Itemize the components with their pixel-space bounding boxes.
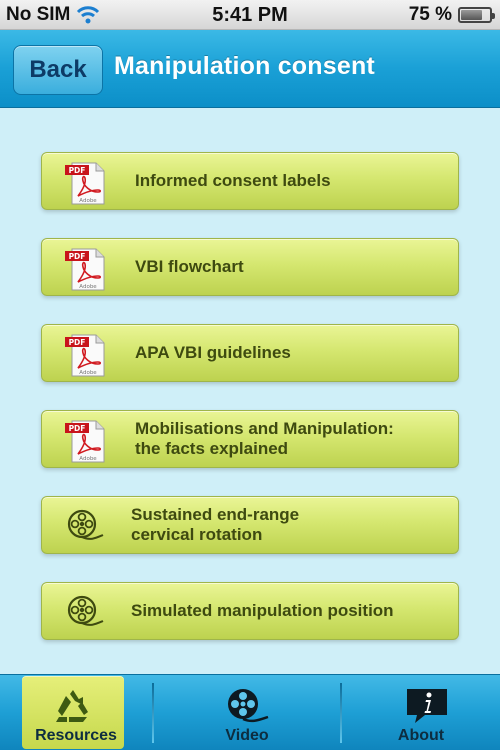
tab-label: Resources — [35, 727, 117, 744]
battery-level — [461, 10, 482, 20]
status-bar: No SIM 5:41 PM 75 % — [0, 0, 500, 30]
tab-label: Video — [225, 727, 269, 744]
list-item-label: Simulated manipulation position — [131, 601, 394, 620]
film-reel-icon — [228, 689, 269, 723]
list-item-vbi-flowchart[interactable]: PDF Adobe VBI flowchart — [41, 238, 459, 296]
list-item-label: Sustained end-range cervical rotation — [131, 505, 300, 544]
list-item-informed-consent-labels[interactable]: PDF Adobe Informed consent labels — [41, 152, 459, 210]
pdf-brand-text: Adobe — [79, 198, 97, 204]
pdf-badge-text: PDF — [69, 252, 86, 261]
status-right: 75 % — [408, 4, 495, 26]
film-reel-icon — [67, 595, 104, 626]
pdf-icon: PDF Adobe — [65, 334, 105, 377]
battery-percent: 75 % — [408, 4, 452, 25]
tab-video[interactable]: Video — [154, 675, 340, 750]
navigation-bar: Back Manipulation consent — [0, 30, 500, 108]
tab-bar: Resources Video About — [0, 674, 500, 750]
info-icon — [407, 689, 447, 723]
pdf-badge-text: PDF — [69, 166, 86, 175]
page-title: Manipulation consent — [114, 52, 375, 80]
pdf-badge-text: PDF — [69, 338, 86, 347]
pdf-brand-text: Adobe — [79, 284, 97, 290]
battery-icon — [458, 7, 495, 23]
recycle-icon — [56, 690, 88, 722]
list-item-simulated-manipulation-position[interactable]: Simulated manipulation position — [41, 582, 459, 640]
back-button[interactable]: Back — [13, 45, 103, 95]
pdf-brand-text: Adobe — [79, 370, 97, 376]
pdf-icon: PDF Adobe — [65, 420, 105, 463]
list-item-label: APA VBI guidelines — [135, 343, 291, 362]
resource-list: PDF Adobe Informed consent labels PDF Ad… — [0, 108, 500, 674]
pdf-icon: PDF Adobe — [65, 248, 105, 291]
list-item-apa-vbi-guidelines[interactable]: PDF Adobe APA VBI guidelines — [41, 324, 459, 382]
pdf-badge-text: PDF — [69, 424, 86, 433]
pdf-brand-text: Adobe — [79, 456, 97, 462]
film-reel-icon — [67, 509, 104, 540]
list-item-label: VBI flowchart — [135, 257, 244, 276]
tab-resources[interactable]: Resources — [0, 675, 152, 750]
tab-about[interactable]: About — [342, 675, 500, 750]
pdf-icon: PDF Adobe — [65, 162, 105, 205]
list-item-mobilisations-and-manipulation[interactable]: PDF Adobe Mobilisations and Manipulation… — [41, 410, 459, 468]
list-item-label: Informed consent labels — [135, 171, 331, 190]
tab-label: About — [397, 727, 445, 744]
list-item-label: Mobilisations and Manipulation: the facts… — [135, 419, 394, 458]
list-item-sustained-end-range-cervical-rotation[interactable]: Sustained end-range cervical rotation — [41, 496, 459, 554]
